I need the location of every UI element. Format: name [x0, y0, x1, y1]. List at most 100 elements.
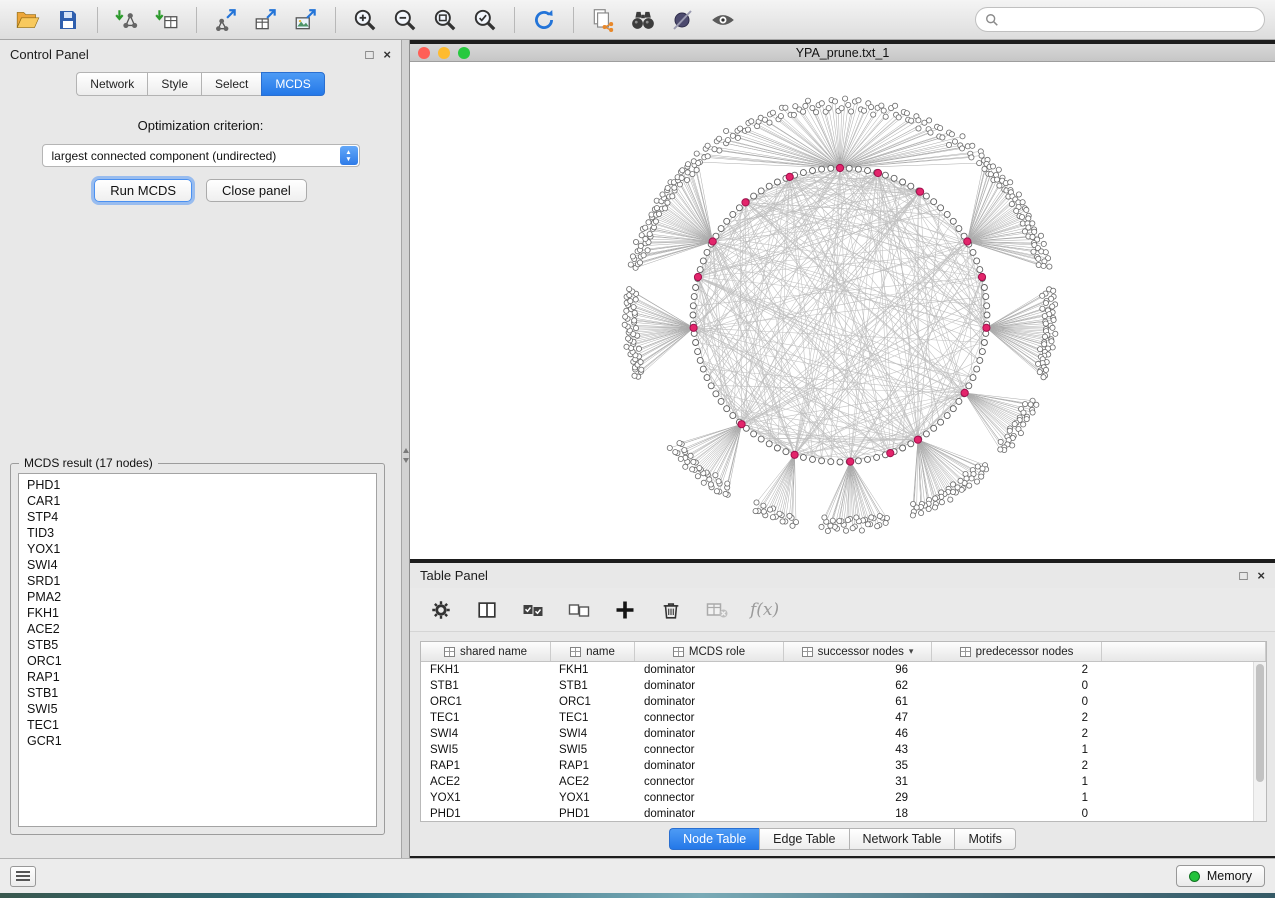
tab-edge-table[interactable]: Edge Table: [759, 828, 848, 850]
cell-shared-name: STB1: [421, 680, 551, 692]
show-columns-button[interactable]: [474, 597, 500, 623]
mcds-result-list: PHD1 CAR1 STP4 TID3 YOX1 SWI4 SRD1 PMA2 …: [18, 473, 377, 827]
splitter-collapse-icon[interactable]: [403, 448, 409, 453]
table-settings-button[interactable]: [428, 597, 454, 623]
table-panel-title: Table Panel: [420, 568, 488, 583]
delete-column-button[interactable]: [658, 597, 684, 623]
tab-mcds[interactable]: MCDS: [261, 72, 324, 96]
import-network-button[interactable]: [109, 4, 145, 36]
zoom-in-button[interactable]: [347, 4, 383, 36]
close-window-icon[interactable]: [418, 47, 430, 59]
window-controls: [418, 47, 470, 59]
show-hide-button[interactable]: [705, 4, 741, 36]
result-node[interactable]: CAR1: [27, 493, 368, 509]
column-header-predecessor-nodes[interactable]: predecessor nodes: [932, 642, 1102, 661]
toolbar-separator: [196, 7, 197, 33]
cell-name: ACE2: [551, 776, 635, 788]
table-row[interactable]: PHD1PHD1dominator180: [421, 806, 1253, 821]
tab-network[interactable]: Network: [76, 72, 147, 96]
cell-role: dominator: [635, 808, 784, 820]
result-node[interactable]: RAP1: [27, 669, 368, 685]
table-row[interactable]: ORC1ORC1dominator610: [421, 694, 1253, 710]
result-node[interactable]: ORC1: [27, 653, 368, 669]
control-panel: Control Panel □ × Network Style Select M…: [0, 40, 401, 858]
scrollbar-thumb[interactable]: [1256, 664, 1264, 782]
export-network-button[interactable]: [208, 4, 244, 36]
zoom-fit-button[interactable]: [427, 4, 463, 36]
minimize-window-icon[interactable]: [438, 47, 450, 59]
cell-predecessors: 2: [932, 664, 1102, 676]
mcds-result-fieldset: MCDS result (17 nodes) PHD1 CAR1 STP4 TI…: [10, 463, 385, 835]
result-node[interactable]: TID3: [27, 525, 368, 541]
zoom-out-button[interactable]: [387, 4, 423, 36]
network-canvas[interactable]: [410, 62, 1275, 559]
clone-network-button[interactable]: [585, 4, 621, 36]
refresh-button[interactable]: [526, 4, 562, 36]
run-mcds-button[interactable]: Run MCDS: [94, 179, 192, 202]
float-panel-icon[interactable]: □: [1240, 569, 1248, 582]
cell-predecessors: 1: [932, 744, 1102, 756]
table-row[interactable]: SWI5SWI5connector431: [421, 742, 1253, 758]
status-menu-button[interactable]: [10, 866, 36, 887]
close-panel-button[interactable]: Close panel: [206, 179, 307, 202]
result-node[interactable]: FKH1: [27, 605, 368, 621]
result-node[interactable]: SWI4: [27, 557, 368, 573]
result-node[interactable]: TEC1: [27, 717, 368, 733]
zoom-selected-button[interactable]: [467, 4, 503, 36]
result-node[interactable]: SRD1: [27, 573, 368, 589]
result-node[interactable]: STB5: [27, 637, 368, 653]
column-header-mcds-role[interactable]: MCDS role: [635, 642, 784, 661]
cell-role: connector: [635, 712, 784, 724]
optimization-criterion-label: Optimization criterion:: [0, 118, 401, 133]
search-input[interactable]: [1005, 13, 1255, 27]
table-row[interactable]: SWI4SWI4dominator462: [421, 726, 1253, 742]
tab-network-table[interactable]: Network Table: [849, 828, 955, 850]
search-network-button[interactable]: [625, 4, 661, 36]
tab-motifs[interactable]: Motifs: [954, 828, 1015, 850]
close-panel-icon[interactable]: ×: [383, 48, 391, 61]
table-scrollbar[interactable]: [1253, 662, 1266, 821]
close-panel-icon[interactable]: ×: [1257, 569, 1265, 582]
table-row[interactable]: RAP1RAP1dominator352: [421, 758, 1253, 774]
optimization-criterion-select[interactable]: largest connected component (undirected)…: [42, 144, 360, 167]
cell-role: connector: [635, 776, 784, 788]
graphics-details-button[interactable]: [665, 4, 701, 36]
tab-select[interactable]: Select: [201, 72, 261, 96]
export-table-button[interactable]: [248, 4, 284, 36]
float-panel-icon[interactable]: □: [366, 48, 374, 61]
table-column-icon: [673, 647, 684, 657]
table-row[interactable]: TEC1TEC1connector472: [421, 710, 1253, 726]
select-all-button[interactable]: [520, 597, 546, 623]
tab-node-table[interactable]: Node Table: [669, 828, 759, 850]
result-node[interactable]: STP4: [27, 509, 368, 525]
result-node[interactable]: PHD1: [27, 477, 368, 493]
result-node[interactable]: GCR1: [27, 733, 368, 749]
result-node[interactable]: ACE2: [27, 621, 368, 637]
network-window-titlebar[interactable]: YPA_prune.txt_1: [410, 44, 1275, 62]
vertical-splitter[interactable]: [401, 40, 410, 858]
tab-style[interactable]: Style: [147, 72, 201, 96]
result-node[interactable]: STB1: [27, 685, 368, 701]
memory-button[interactable]: Memory: [1176, 865, 1265, 887]
network-graph[interactable]: [410, 62, 1275, 559]
export-image-button[interactable]: [288, 4, 324, 36]
column-header-name[interactable]: name: [551, 642, 635, 661]
table-body: FKH1FKH1dominator962 STB1STB1dominator62…: [421, 662, 1253, 821]
deselect-all-button[interactable]: [566, 597, 592, 623]
delete-table-button-disabled: [704, 597, 730, 623]
add-column-button[interactable]: [612, 597, 638, 623]
table-row[interactable]: FKH1FKH1dominator962: [421, 662, 1253, 678]
splitter-expand-icon[interactable]: [403, 458, 409, 463]
table-row[interactable]: YOX1YOX1connector291: [421, 790, 1253, 806]
result-node[interactable]: YOX1: [27, 541, 368, 557]
result-node[interactable]: SWI5: [27, 701, 368, 717]
maximize-window-icon[interactable]: [458, 47, 470, 59]
open-button[interactable]: [10, 4, 46, 36]
import-table-button[interactable]: [149, 4, 185, 36]
save-button[interactable]: [50, 4, 86, 36]
column-header-shared-name[interactable]: shared name: [421, 642, 551, 661]
result-node[interactable]: PMA2: [27, 589, 368, 605]
column-header-successor-nodes[interactable]: successor nodes ▾: [784, 642, 932, 661]
table-row[interactable]: STB1STB1dominator620: [421, 678, 1253, 694]
table-row[interactable]: ACE2ACE2connector311: [421, 774, 1253, 790]
